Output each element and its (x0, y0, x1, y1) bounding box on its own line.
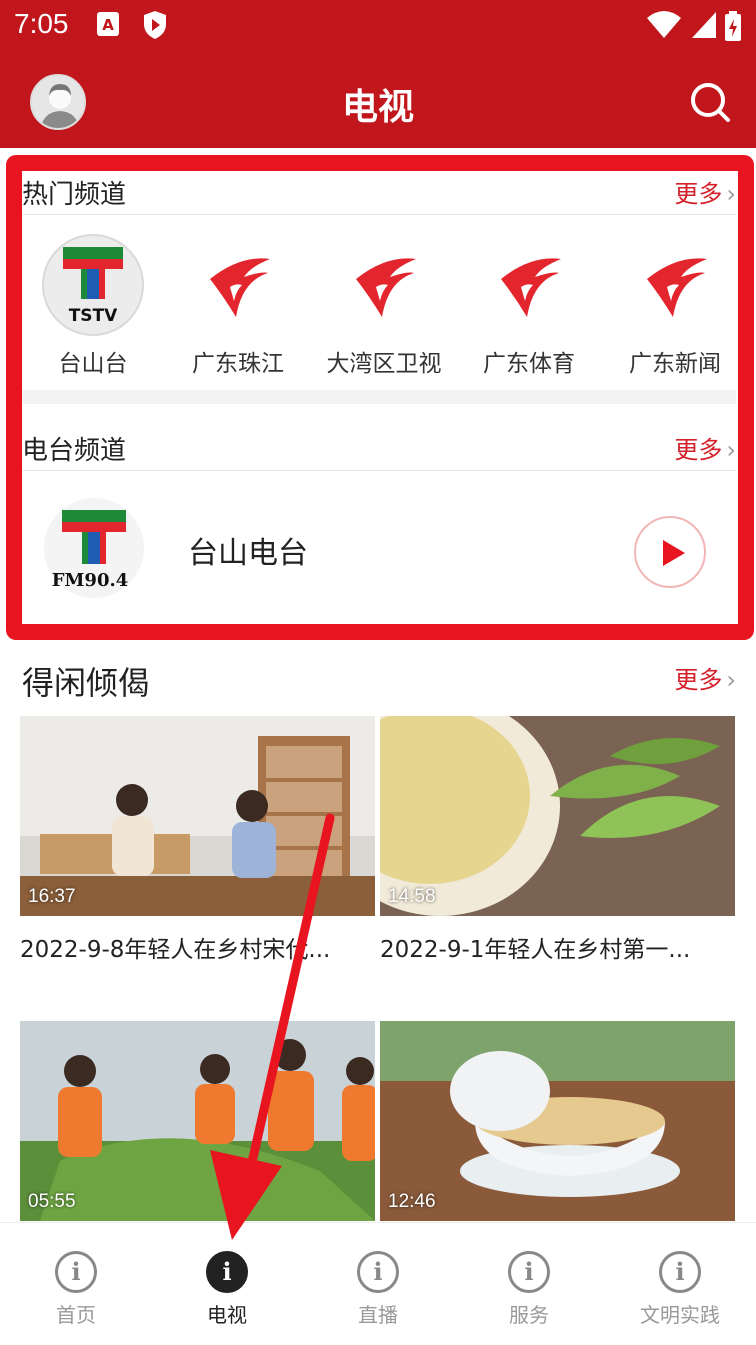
accessibility-app-icon: A (97, 12, 119, 36)
gdtv-logo (478, 234, 580, 336)
video-card[interactable]: 16:37 2022-9-8年轻人在乡村宋代... (20, 716, 375, 964)
app-header: 电视 (0, 52, 756, 148)
tab-services[interactable]: i 服务 (469, 1251, 589, 1328)
channel-item-guangdong-zhujiang[interactable]: 广东珠江 (173, 234, 303, 378)
status-time: 7:05 (14, 8, 69, 39)
play-button[interactable] (634, 516, 706, 588)
video-duration: 12:46 (388, 1191, 436, 1212)
video-duration: 05:55 (28, 1191, 76, 1212)
video-thumbnail: 05:55 (20, 1021, 375, 1221)
info-icon: i (55, 1251, 97, 1293)
radio-channels-header: 电台频道 更多 › (22, 424, 736, 474)
cell-signal-icon (692, 12, 716, 38)
leisure-title: 得闲倾偈 (22, 664, 151, 702)
fm-logo: FM90.4 (44, 498, 144, 598)
chevron-right-icon: › (726, 180, 736, 208)
search-icon[interactable] (688, 80, 732, 124)
video-thumbnail: 12:46 (380, 1021, 735, 1221)
info-icon: i (357, 1251, 399, 1293)
video-title: 2022-9-1年轻人在乡村第一... (380, 937, 691, 963)
video-thumbnail: 16:37 (20, 716, 375, 916)
channel-name: 大湾区卫视 (326, 351, 442, 377)
fm-logo-text: FM90.4 (52, 570, 129, 591)
video-duration: 14:58 (388, 886, 436, 907)
info-icon: i (659, 1251, 701, 1293)
tab-label: 首页 (56, 1303, 96, 1327)
radio-name: 台山电台 (188, 536, 308, 571)
leisure-more-link[interactable]: 更多 › (674, 660, 736, 695)
radio-item-taishan[interactable]: FM90.4 台山电台 (22, 472, 736, 622)
divider (22, 214, 736, 215)
channel-item-guangdong-sports[interactable]: 广东体育 (464, 234, 594, 378)
bottom-tab-bar: i 首页 i 电视 i 直播 i 服务 i 文明实践 (0, 1222, 756, 1345)
play-icon (663, 540, 685, 566)
tab-tv[interactable]: i 电视 (167, 1251, 287, 1328)
channel-item-greater-bay[interactable]: 大湾区卫视 (319, 234, 449, 378)
channel-name: 台山台 (58, 351, 128, 377)
svg-text:A: A (102, 16, 114, 34)
video-duration: 16:37 (28, 886, 76, 907)
gdtv-logo (333, 234, 435, 336)
video-card[interactable]: 12:46 (380, 1021, 735, 1221)
channel-name: 广东体育 (483, 351, 575, 377)
tstv-logo-text: TSTV (69, 306, 118, 326)
info-icon: i (508, 1251, 550, 1293)
video-card[interactable]: 14:58 2022-9-1年轻人在乡村第一... (380, 716, 735, 964)
page-title: 电视 (341, 87, 414, 128)
tab-label: 直播 (358, 1303, 398, 1327)
divider (22, 470, 736, 471)
tab-home[interactable]: i 首页 (16, 1251, 136, 1328)
channel-item-guangdong-news[interactable]: 广东新闻 (610, 234, 740, 378)
channel-name: 广东珠江 (192, 351, 284, 377)
channel-name: 广东新闻 (629, 351, 721, 377)
gdtv-logo (624, 234, 726, 336)
chevron-right-icon: › (726, 436, 736, 464)
hot-channels-more-link[interactable]: 更多 › (674, 174, 736, 209)
video-title: 2022-9-8年轻人在乡村宋代... (20, 937, 331, 963)
tstv-logo: TSTV (42, 234, 144, 336)
gdtv-logo (187, 234, 289, 336)
radio-channels-more-link[interactable]: 更多 › (674, 430, 736, 465)
tab-label: 服务 (509, 1303, 549, 1327)
channel-item-tstv[interactable]: TSTV 台山台 (28, 234, 158, 378)
tab-civilization[interactable]: i 文明实践 (620, 1251, 740, 1328)
status-bar: 7:05 A (0, 0, 756, 52)
hot-channels-list: TSTV 台山台 广东珠江 大湾区卫视 广东体育 广东新闻 (22, 220, 736, 390)
battery-charging-icon (725, 11, 741, 41)
tab-label: 电视 (207, 1303, 247, 1327)
tab-live[interactable]: i 直播 (318, 1251, 438, 1328)
video-card[interactable]: 05:55 (20, 1021, 375, 1221)
hot-channels-title: 热门频道 (22, 180, 127, 210)
leisure-header: 得闲倾偈 更多 › (22, 652, 736, 702)
info-icon: i (206, 1251, 248, 1293)
hot-channels-header: 热门频道 更多 › (22, 168, 736, 218)
chevron-right-icon: › (726, 666, 736, 694)
video-thumbnail: 14:58 (380, 716, 735, 916)
tab-label: 文明实践 (640, 1303, 720, 1327)
wifi-icon (647, 11, 681, 38)
radio-channels-title: 电台频道 (22, 436, 127, 466)
section-gap (22, 390, 736, 404)
shield-play-icon (144, 11, 166, 39)
